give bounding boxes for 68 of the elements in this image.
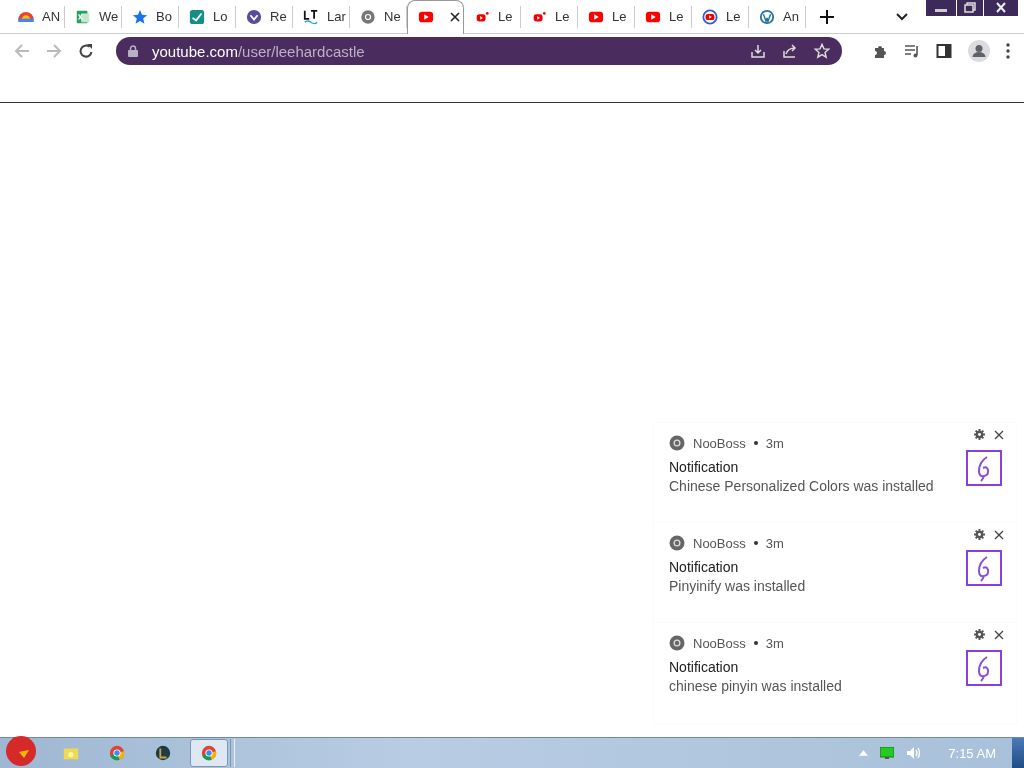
separator-dot (753, 441, 758, 445)
address-bar[interactable]: youtube.com/user/leehardcastle (116, 37, 842, 65)
chrome-icon (200, 744, 218, 762)
settings-icon[interactable] (974, 629, 985, 640)
close-icon[interactable] (994, 429, 1004, 440)
restore-icon[interactable] (957, 0, 983, 16)
browser-tab[interactable]: Le (692, 5, 749, 28)
lt-logo-icon (303, 8, 319, 25)
share-icon[interactable] (782, 43, 798, 59)
swirl-logo-icon (966, 550, 1002, 586)
browser-tab[interactable]: We (65, 5, 122, 28)
circle-check-icon (246, 8, 262, 25)
play-icon (418, 9, 434, 25)
browser-tab[interactable]: Bo (122, 5, 179, 28)
settings-icon[interactable] (974, 429, 985, 440)
game-icon[interactable] (154, 744, 172, 762)
play-icon (702, 8, 718, 25)
install-icon[interactable] (750, 43, 766, 59)
separator-dot (753, 541, 758, 545)
network-icon[interactable] (880, 747, 895, 759)
avatar-icon[interactable] (968, 40, 990, 62)
minimize-icon[interactable] (926, 0, 956, 16)
spreadsheet-icon (75, 8, 91, 25)
playlist-icon[interactable] (904, 43, 920, 59)
notification-title: Notification (669, 459, 740, 475)
notification-title: Notification (669, 659, 740, 675)
close-icon[interactable] (984, 0, 1018, 16)
browser-tab[interactable]: Lar (293, 5, 350, 28)
new-tab-icon[interactable] (820, 9, 834, 24)
browser-tab[interactable]: Lo (179, 5, 236, 28)
browser-tab[interactable]: An (749, 5, 806, 28)
swirl-logo-icon (966, 450, 1002, 486)
star-icon[interactable] (814, 43, 830, 59)
timestamp: 3m (765, 635, 784, 651)
lock-icon (128, 45, 138, 57)
app-name: NooBoss (693, 635, 746, 651)
puzzle-icon[interactable] (872, 43, 888, 59)
browser-tab[interactable]: Le (521, 5, 578, 28)
star-icon (132, 8, 148, 25)
notification-message: Pinyinify was installed (669, 578, 807, 594)
separator-dot (753, 641, 758, 645)
app-name: NooBoss (693, 535, 746, 551)
chrome-icon[interactable] (108, 744, 126, 762)
side-panel-icon[interactable] (936, 43, 952, 59)
timestamp: 3m (765, 535, 784, 551)
notification-message: chinese pinyin was installed (669, 678, 843, 694)
swirl-logo-icon (966, 650, 1002, 686)
browser-tab[interactable]: Re (236, 5, 293, 28)
taskbar-button[interactable] (190, 739, 228, 767)
app-name: NooBoss (693, 435, 746, 451)
menu-icon[interactable] (1006, 43, 1010, 59)
rainbow-icon (18, 11, 34, 22)
close-icon[interactable] (994, 529, 1004, 540)
reload-icon[interactable] (78, 43, 94, 59)
notification-title: Notification (669, 559, 740, 575)
close-icon[interactable] (994, 629, 1004, 640)
browser-tab[interactable]: Le (464, 5, 521, 28)
browser-tab[interactable]: Le (578, 5, 635, 28)
browser-tab[interactable]: Le (635, 5, 692, 28)
timestamp: 3m (765, 435, 784, 451)
check-icon (189, 8, 205, 25)
notification-message: Chinese Personalized Colors was installed (669, 478, 935, 494)
browser-tab[interactable]: AN (8, 5, 65, 28)
close-icon[interactable] (450, 12, 460, 22)
url-text: youtube.com/user/leehardcastle (152, 42, 365, 60)
browser-tab[interactable] (407, 0, 464, 34)
chevron-down-icon[interactable] (896, 12, 908, 21)
settings-icon[interactable] (974, 529, 985, 540)
